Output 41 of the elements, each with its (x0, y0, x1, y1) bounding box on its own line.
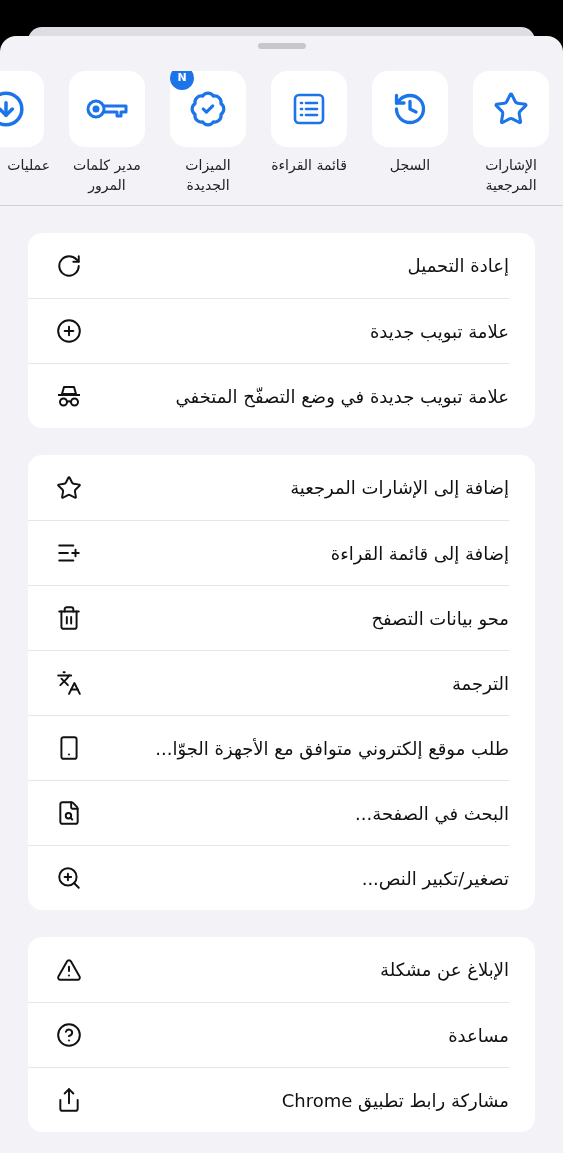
shortcut-label: السجل (389, 156, 431, 175)
badge-check-icon (189, 90, 227, 128)
trash-icon (56, 605, 82, 631)
menu-item[interactable]: طلب موقع إلكتروني متوافق مع الأجهزة الجوّا... (110, 734, 509, 762)
shortcut-tile[interactable] (473, 71, 549, 147)
reload-icon (56, 252, 82, 279)
share-icon (56, 1087, 82, 1113)
plus-circle-icon (56, 318, 82, 344)
shortcut-label: قائمة القراءة (271, 156, 347, 175)
shortcut-tile[interactable] (372, 71, 448, 147)
menu-item[interactable]: علامة تبويب جديدة في وضع التصفّح المتخفي (110, 382, 509, 410)
menu-item[interactable]: إعادة التحميل (110, 252, 509, 279)
help-icon (56, 1022, 82, 1048)
menu-item[interactable]: تصغير/تكبير النص... (110, 864, 509, 892)
list-icon (292, 92, 326, 126)
incognito-icon (56, 384, 82, 408)
shortcut-tile[interactable]: N (170, 71, 246, 147)
drag-handle[interactable] (257, 43, 306, 49)
menu-item[interactable]: البحث في الصفحة... (110, 799, 509, 827)
zoom-in-icon (56, 865, 82, 891)
shortcut-label: الميزات الجديدة (184, 156, 232, 195)
shortcut-tile[interactable] (271, 71, 347, 147)
menu-item[interactable]: مساعدة (110, 1021, 509, 1049)
menu-item[interactable]: إضافة إلى قائمة القراءة (110, 539, 509, 567)
translate-icon (56, 670, 82, 696)
star-icon (493, 91, 529, 127)
history-icon (392, 91, 428, 127)
menu-item[interactable]: علامة تبويب جديدة (110, 317, 509, 345)
shortcut-tile[interactable] (69, 71, 145, 147)
menu-item[interactable]: مشاركة رابط تطبيق Chrome (110, 1086, 509, 1114)
menu-item[interactable]: الإبلاغ عن مشكلة (110, 956, 509, 983)
shortcut-label: عمليات (7, 156, 50, 175)
menu-item[interactable]: إضافة إلى الإشارات المرجعية (110, 474, 509, 501)
menu-item[interactable]: محو بيانات التصفح (110, 604, 509, 632)
shortcut-label: الإشارات المرجعية (484, 156, 538, 195)
menu-item[interactable]: الترجمة (110, 669, 509, 697)
new-badge: N (170, 71, 194, 90)
warning-icon (56, 956, 82, 983)
shortcut-label: مدير كلمات المرور (72, 156, 142, 195)
document-search-icon (56, 800, 82, 826)
star-icon (56, 474, 82, 501)
